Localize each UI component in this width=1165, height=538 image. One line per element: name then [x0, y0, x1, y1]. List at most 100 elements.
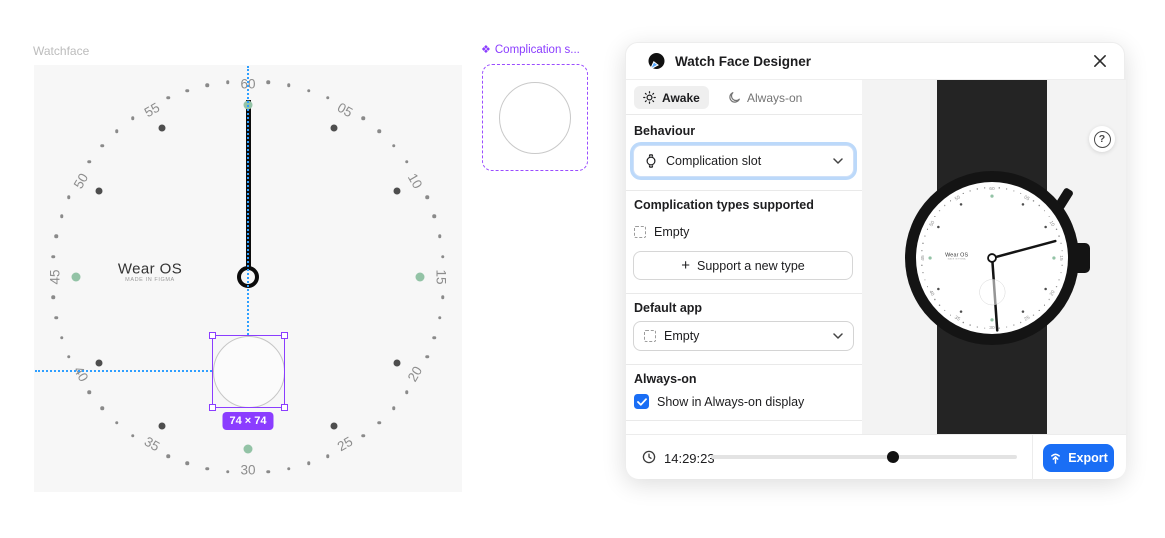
selection-handle-ne[interactable] — [281, 332, 288, 339]
watch-icon — [644, 154, 658, 168]
minute-dot — [921, 250, 922, 251]
minute-dot — [1013, 324, 1014, 325]
default-app-label: Default app — [634, 301, 702, 315]
panel-title: Watch Face Designer — [675, 54, 811, 69]
five-minute-dot — [96, 188, 103, 195]
five-minute-dot — [393, 188, 400, 195]
minute-dot — [361, 434, 365, 438]
five-minute-dot — [393, 360, 400, 367]
minute-dot — [970, 324, 971, 325]
minute-dot — [963, 193, 964, 194]
minute-dot — [939, 305, 940, 306]
app-logo-icon — [648, 53, 665, 70]
minute-dot — [999, 328, 1000, 329]
minute-dot — [1020, 322, 1021, 323]
divider — [1032, 435, 1033, 480]
minute-number: 15 — [1059, 255, 1064, 260]
watch-hand-pivot — [987, 253, 997, 263]
minute-dot — [1048, 299, 1049, 300]
minute-number: 55 — [141, 100, 162, 121]
minute-dot — [441, 255, 445, 259]
close-icon[interactable] — [1092, 53, 1108, 69]
behaviour-label: Behaviour — [634, 124, 695, 138]
export-icon — [1049, 452, 1062, 465]
figma-workspace: Watchface 051015202530354045505560Wear O… — [0, 0, 1165, 538]
moon-icon — [728, 91, 741, 104]
brand-text: Wear OS — [118, 261, 182, 278]
behaviour-value: Complication slot — [666, 154, 761, 168]
quarter-dot — [244, 445, 253, 454]
minute-number: 05 — [334, 100, 355, 121]
minute-number: 35 — [141, 434, 162, 455]
minute-dot — [392, 144, 396, 148]
divider — [626, 190, 862, 191]
default-app-value: Empty — [664, 329, 699, 343]
selection-handle-sw[interactable] — [209, 404, 216, 411]
minute-dot — [922, 243, 923, 244]
minute-dot — [101, 144, 105, 148]
minute-dot — [939, 210, 940, 211]
minute-number: 25 — [1023, 314, 1030, 321]
five-minute-dot — [159, 422, 166, 429]
brand-subtext: MADE IN FIGMA — [948, 258, 966, 260]
five-minute-dot — [937, 226, 940, 229]
minute-dot — [115, 130, 119, 134]
watch-preview-area: 051015202530354045505560Wear OSMADE IN F… — [862, 80, 1126, 434]
selection-handle-nw[interactable] — [209, 332, 216, 339]
minute-dot — [1062, 265, 1063, 266]
support-new-type-label: Support a new type — [697, 259, 805, 273]
minute-dot — [425, 196, 429, 200]
export-button[interactable]: Export — [1043, 444, 1114, 472]
complication-circle — [499, 82, 571, 154]
minute-dot — [131, 117, 135, 121]
complication-type-item[interactable]: Empty — [634, 225, 689, 239]
complication-slot-component[interactable] — [482, 64, 588, 171]
five-minute-dot — [1044, 288, 1047, 291]
sun-icon — [643, 91, 656, 104]
minute-dot — [441, 296, 445, 300]
time-slider-thumb[interactable] — [887, 451, 899, 463]
minute-dot — [924, 279, 925, 280]
watch-hand — [992, 240, 1057, 260]
always-on-checkbox[interactable] — [634, 394, 649, 409]
support-new-type-button[interactable]: + Support a new type — [633, 251, 853, 280]
complication-types-label: Complication types supported — [634, 198, 814, 212]
frame-label[interactable]: Watchface — [33, 44, 89, 58]
minute-dot — [287, 467, 291, 471]
empty-slot-icon — [644, 330, 656, 342]
panel-footer: 14:29:23 Export — [626, 434, 1126, 479]
default-app-dropdown[interactable]: Empty — [633, 321, 854, 351]
minute-dot — [934, 299, 935, 300]
minute-dot — [944, 310, 945, 311]
minute-number: 05 — [1023, 194, 1030, 201]
behaviour-dropdown[interactable]: Complication slot — [633, 145, 854, 177]
minute-number: 10 — [1048, 220, 1055, 227]
minute-dot — [1039, 205, 1040, 206]
minute-dot — [1013, 190, 1014, 191]
component-label[interactable]: ❖ Complication s... — [481, 44, 580, 56]
tab-always-on[interactable]: Always-on — [719, 86, 811, 109]
tab-always-on-label: Always-on — [747, 91, 802, 105]
panel-header[interactable]: Watch Face Designer — [626, 43, 1124, 80]
minute-dot — [205, 84, 209, 88]
time-slider-track[interactable] — [711, 455, 1017, 459]
watchface-mini: 051015202530354045505560Wear OSMADE IN F… — [915, 181, 1070, 336]
quarter-dot — [1052, 256, 1055, 259]
minute-dot — [405, 160, 409, 164]
help-button[interactable]: ? — [1089, 126, 1115, 152]
minute-dot — [433, 336, 437, 340]
quarter-dot — [72, 273, 81, 282]
minute-dot — [963, 322, 964, 323]
quarter-dot — [990, 194, 993, 197]
minute-dot — [60, 336, 64, 340]
selection-handle-se[interactable] — [281, 404, 288, 411]
minute-dot — [167, 96, 171, 100]
minute-number: 40 — [928, 289, 935, 296]
minute-dot — [51, 255, 55, 259]
five-minute-dot — [1022, 203, 1025, 206]
selected-complication-slot[interactable] — [212, 335, 285, 408]
minute-dot — [267, 470, 271, 474]
minute-number: 45 — [48, 269, 63, 284]
minute-dot — [1058, 236, 1059, 237]
tab-awake[interactable]: Awake — [634, 86, 709, 109]
